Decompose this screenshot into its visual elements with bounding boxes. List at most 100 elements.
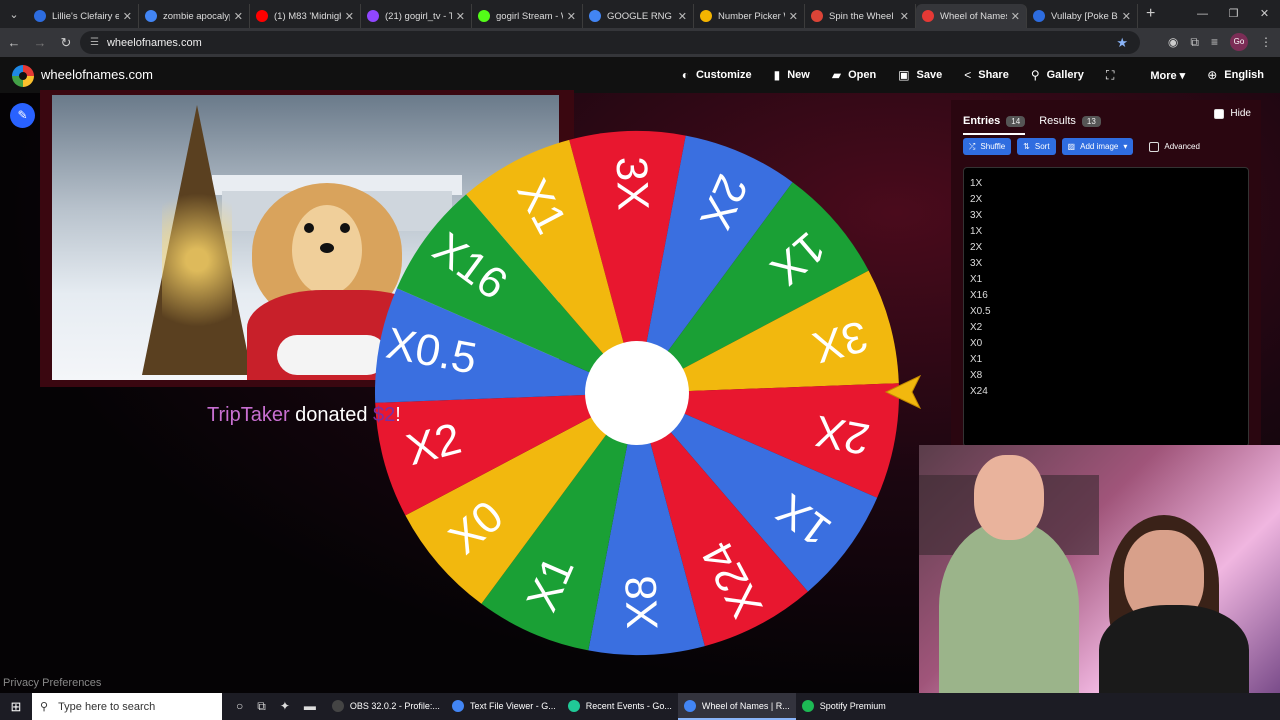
edit-pencil-icon[interactable]: ✎: [10, 103, 35, 128]
tab-close-icon[interactable]: ✕: [1122, 10, 1131, 23]
dog-nose: [320, 243, 334, 253]
sort-button[interactable]: ⇅ Sort: [1017, 138, 1056, 155]
app-icon: [451, 699, 464, 712]
menu-item[interactable]: < Share: [964, 68, 1009, 82]
menu-item-icon: ⛶: [1105, 67, 1115, 82]
privacy-preferences-link[interactable]: Privacy Preferences: [3, 677, 101, 689]
browser-tab[interactable]: GOOGLE RNG - G ✕: [583, 4, 694, 28]
tab-close-icon[interactable]: ✕: [1011, 10, 1020, 23]
url-text: wheelofnames.com: [106, 36, 202, 49]
browser-tab[interactable]: gogirl Stream - W ✕: [472, 4, 583, 28]
app-icon: [567, 699, 580, 712]
profile-avatar[interactable]: Go: [1230, 33, 1248, 51]
browser-tab[interactable]: Spin the Wheel - ✕: [805, 4, 916, 28]
close-window-icon[interactable]: ✕: [1249, 0, 1280, 28]
taskbar-app-label: Wheel of Names | R...: [701, 700, 790, 711]
browser-tab[interactable]: Vullaby [Poke Bal ✕: [1027, 4, 1138, 28]
tab-results[interactable]: Results 13: [1039, 115, 1101, 127]
menu-item-icon: ⊕: [1207, 68, 1218, 82]
browser-tab[interactable]: (1) M83 'Midnigh ✕: [250, 4, 361, 28]
browser-tab[interactable]: Number Picker W ✕: [694, 4, 805, 28]
task-view-icon[interactable]: ⧉: [257, 699, 266, 714]
menu-item[interactable]: More ▾: [1143, 69, 1185, 82]
new-tab-button[interactable]: +: [1146, 5, 1155, 23]
menu-item[interactable]: ▣ Save: [898, 68, 942, 82]
menu-item-icon: <: [964, 68, 972, 82]
forward-icon[interactable]: →: [28, 35, 52, 50]
taskbar-app[interactable]: Wheel of Names | R...: [677, 693, 796, 720]
tab-close-icon[interactable]: ✕: [123, 10, 132, 23]
menu-item[interactable]: ▰ Open: [832, 68, 876, 82]
results-count-badge: 13: [1081, 115, 1101, 127]
browser-tab-label: (21) gogirl_tv - Tw: [385, 10, 452, 22]
advanced-checkbox[interactable]: [1149, 141, 1160, 152]
tab-close-icon[interactable]: ✕: [678, 10, 687, 23]
kebab-menu-icon[interactable]: ⋮: [1260, 35, 1272, 49]
add-image-button[interactable]: ▨ Add image ▾: [1061, 138, 1134, 155]
image-icon: ▨: [1067, 142, 1076, 151]
media-icon[interactable]: ≡: [1211, 35, 1218, 49]
hide-toggle[interactable]: Hide: [1214, 108, 1251, 119]
tab-favicon-icon: [34, 10, 46, 22]
windows-start-icon[interactable]: ⊞: [0, 699, 32, 715]
streamer-right: [1099, 605, 1249, 693]
browser-tab[interactable]: zombie apocalyp ✕: [139, 4, 250, 28]
shuffle-button[interactable]: ⤮ Shuffle: [963, 138, 1012, 155]
santa-fur: [277, 335, 387, 375]
wheel-center-hub[interactable]: [585, 341, 689, 445]
extension-icon[interactable]: ◉: [1168, 35, 1178, 49]
cortana-icon[interactable]: ○: [236, 699, 243, 714]
taskbar-app[interactable]: Text File Viewer - G...: [446, 693, 562, 720]
browser-tab[interactable]: Wheel of Names | ✕: [916, 4, 1027, 28]
browser-tab-strip: ⌄ Lillie's Clefairy ex ✕ zombie apocalyp…: [0, 0, 1280, 28]
tab-close-icon[interactable]: ✕: [234, 10, 243, 23]
chevron-down-icon: ▾: [1123, 142, 1128, 151]
taskbar-app[interactable]: Recent Events - Go...: [562, 693, 678, 720]
taskbar-search-placeholder: Type here to search: [58, 700, 156, 713]
minimize-icon[interactable]: —: [1187, 0, 1218, 28]
tab-entries-label: Entries: [963, 115, 1001, 127]
tab-close-icon[interactable]: ✕: [789, 10, 798, 23]
hide-checkbox[interactable]: [1214, 108, 1225, 119]
tab-favicon-icon: [478, 10, 490, 22]
advanced-toggle[interactable]: Advanced: [1149, 141, 1200, 152]
taskbar-app[interactable]: OBS 32.0.2 - Profile:...: [326, 693, 446, 720]
advanced-label: Advanced: [1164, 142, 1200, 151]
browser-tab-label: zombie apocalyp: [163, 10, 230, 22]
reload-icon[interactable]: ↻: [54, 35, 78, 51]
puzzle-icon[interactable]: ⧉: [1190, 35, 1199, 50]
tab-favicon-icon: [256, 10, 268, 22]
file-explorer-icon[interactable]: ▬: [304, 699, 316, 714]
restore-icon[interactable]: ❐: [1218, 0, 1249, 28]
spin-wheel[interactable]: 3X 2X1X3X2X1XX24X8X1X0X2X0.5X16X1: [372, 128, 902, 658]
back-icon[interactable]: ←: [2, 35, 26, 50]
taskbar-search[interactable]: ⚲ Type here to search: [32, 693, 222, 720]
wheel-logo-icon[interactable]: [12, 65, 34, 87]
menu-item[interactable]: ⚲ Gallery: [1031, 68, 1084, 82]
menu-item[interactable]: ⛶: [1106, 68, 1121, 83]
wheel-segment-label: 2X: [811, 406, 873, 464]
url-field[interactable]: ☰ wheelofnames.com ★: [80, 31, 1140, 54]
sort-icon: ⇅: [1023, 142, 1030, 151]
tab-close-icon[interactable]: ✕: [345, 10, 354, 23]
entries-textarea[interactable]: 1X 2X 3X 1X 2X 3X X1 X16 X0.5 X2 X0 X1 X8 X24: [963, 167, 1249, 447]
browser-tab[interactable]: (21) gogirl_tv - Tw ✕: [361, 4, 472, 28]
tab-search-icon[interactable]: ⌄: [0, 8, 28, 21]
menu-item[interactable]: ◐ Customize: [682, 68, 752, 82]
app-icon: [331, 699, 344, 712]
tab-close-icon[interactable]: ✕: [567, 10, 576, 23]
brand-name[interactable]: wheelofnames.com: [41, 67, 153, 82]
copilot-icon[interactable]: ✦: [280, 699, 290, 714]
site-info-icon[interactable]: ☰: [90, 37, 99, 48]
bookmark-star-icon[interactable]: ★: [1116, 35, 1128, 51]
menu-item[interactable]: ▮ New: [774, 68, 810, 82]
taskbar-app[interactable]: Spotify Premium: [796, 693, 892, 720]
tab-close-icon[interactable]: ✕: [900, 10, 909, 23]
taskbar-app-label: OBS 32.0.2 - Profile:...: [349, 700, 440, 711]
browser-tab[interactable]: Lillie's Clefairy ex ✕: [28, 4, 139, 28]
tab-entries[interactable]: Entries 14: [963, 115, 1026, 135]
tab-close-icon[interactable]: ✕: [456, 10, 465, 23]
entries-panel: Entries 14 Results 13 Hide ⤮ Shuffle ⇅ S…: [951, 100, 1261, 447]
entries-toolbar: ⤮ Shuffle ⇅ Sort ▨ Add image ▾ Advanced: [963, 138, 1200, 155]
menu-item[interactable]: ⊕ English: [1207, 68, 1264, 82]
